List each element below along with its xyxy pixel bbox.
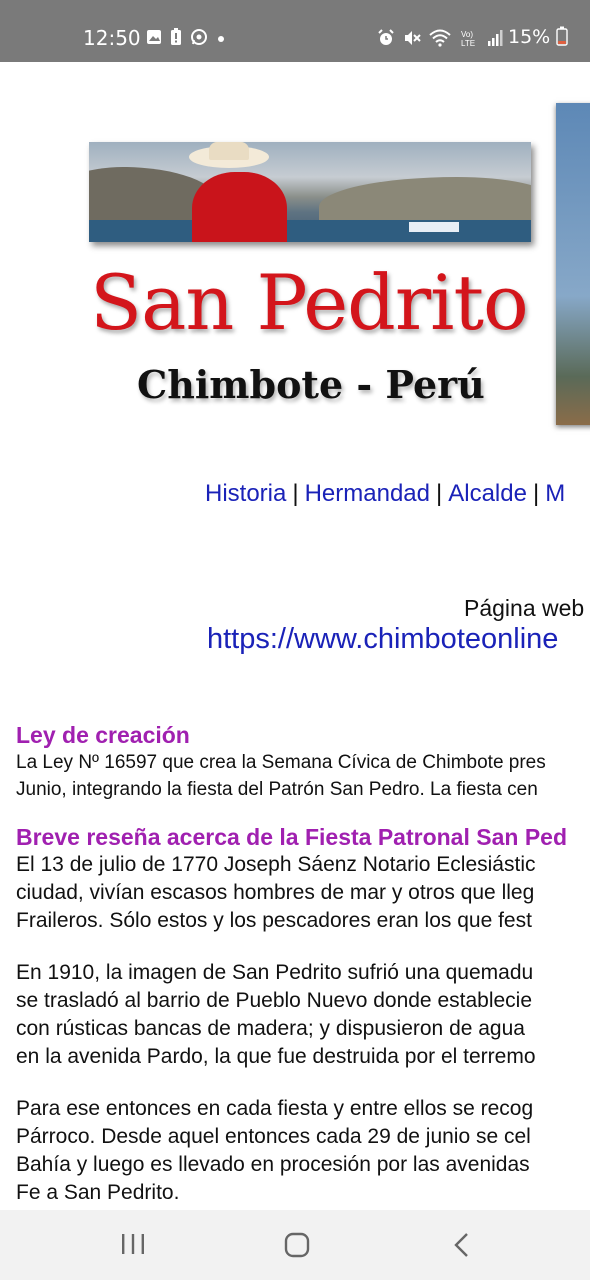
svg-text:Vo): Vo) [461, 30, 473, 39]
paragraph-3: Para ese entonces en cada fiesta y entre… [16, 1095, 590, 1207]
paragraph-line: Fe a San Pedrito. [16, 1181, 180, 1204]
paragraph-line: Bahía y luego es llevado en procesión po… [16, 1153, 530, 1176]
paragraph-line: Junio, integrando la fiesta del Patrón S… [16, 779, 538, 800]
paragraph-line: El 13 de julio de 1770 Joseph Sáenz Nota… [16, 853, 536, 876]
status-notification-icons [146, 28, 226, 51]
status-time: 12:50 [83, 26, 141, 50]
nav-link-more[interactable]: M [545, 480, 565, 507]
status-bar: 12:50 Vo) LTE 15% [0, 0, 590, 62]
nav-link-historia[interactable]: Historia [205, 480, 286, 507]
site-title: San Pedrito [90, 258, 529, 347]
paragraph-line: en la avenida Pardo, la que fue destruid… [16, 1045, 536, 1068]
paragraph-line: Para ese entonces en cada fiesta y entre… [16, 1097, 534, 1120]
paragraph-2: En 1910, la imagen de San Pedrito sufrió… [16, 959, 590, 1071]
mute-icon [403, 29, 421, 52]
section-resena-fiesta: Breve reseña acerca de la Fiesta Patrona… [16, 824, 590, 1207]
section-heading: Breve reseña acerca de la Fiesta Patrona… [16, 824, 568, 850]
battery-level-text: 15% [508, 26, 551, 48]
system-navigation-bar [0, 1210, 590, 1280]
paragraph-line: La Ley Nº 16597 que crea la Semana Cívic… [16, 752, 546, 773]
section-ley-de-creacion: Ley de creación La Ley Nº 16597 que crea… [16, 722, 590, 803]
webpage-label: Página web [464, 595, 585, 621]
volte-icon: Vo) LTE [459, 28, 479, 53]
gallery-icon [146, 29, 162, 50]
alarm-icon [377, 29, 395, 52]
paragraph-line: se trasladó al barrio de Pueblo Nuevo do… [16, 989, 533, 1012]
wifi-icon [429, 29, 451, 52]
status-system-icons: Vo) LTE [377, 28, 505, 53]
back-icon[interactable] [452, 1232, 472, 1263]
main-navigation: Historia | Hermandad | Alcalde | M [205, 480, 565, 508]
paragraph-line: En 1910, la imagen de San Pedrito sufrió… [16, 961, 534, 984]
paragraph-1: El 13 de julio de 1770 Joseph Sáenz Nota… [16, 851, 590, 935]
home-icon[interactable] [284, 1232, 310, 1263]
nav-link-alcalde[interactable]: Alcalde [448, 480, 527, 507]
svg-text:LTE: LTE [461, 39, 475, 48]
paragraph-line: ciudad, vivían escasos hombres de mar y … [16, 881, 535, 904]
nav-separator: | [292, 480, 299, 507]
nav-link-hermandad[interactable]: Hermandad [305, 480, 430, 507]
battery-icon [556, 26, 568, 46]
paragraph-line: Párroco. Desde aquel entonces cada 29 de… [16, 1125, 531, 1148]
paragraph-line: con rústicas bancas de madera; y dispusi… [16, 1017, 525, 1040]
nav-separator: | [532, 480, 540, 507]
webpage-url-link[interactable]: https://www.chimboteonline [207, 623, 558, 656]
section-heading: Ley de creación [16, 722, 190, 748]
recent-apps-icon[interactable] [120, 1232, 146, 1261]
battery-percentage: 15% [508, 26, 568, 48]
paragraph-line: Fraileros. Sólo estos y los pescadores e… [16, 909, 532, 932]
battery-alert-icon [170, 28, 182, 51]
side-banner-photo [556, 103, 590, 425]
dot-icon [216, 31, 226, 49]
nav-separator: | [436, 480, 443, 507]
whatsapp-icon [190, 28, 208, 51]
header-banner-photo [89, 142, 531, 242]
site-subtitle: Chimbote - Perú [137, 362, 485, 407]
signal-icon [487, 29, 505, 52]
